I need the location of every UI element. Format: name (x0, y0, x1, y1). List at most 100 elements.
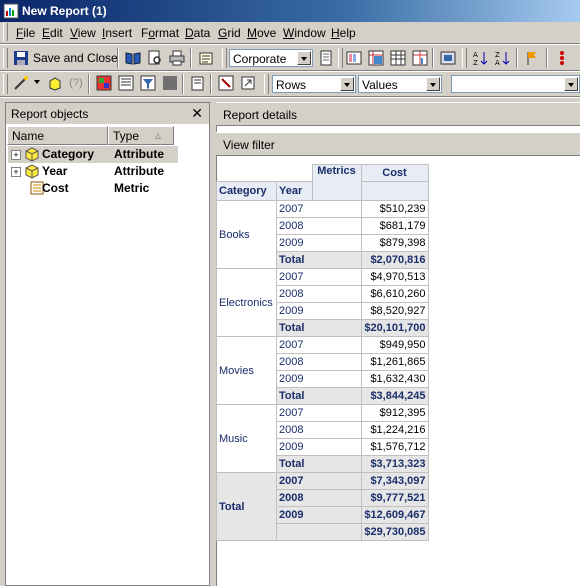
year-cell: 2007 (276, 268, 362, 286)
grid-row: Movies 2007 $949,950 (216, 336, 429, 405)
edit-object-button[interactable] (12, 73, 32, 93)
stop-button[interactable] (160, 73, 180, 93)
menu-format[interactable]: Format (141, 26, 179, 40)
print-button[interactable] (167, 48, 187, 68)
report-details-bar[interactable]: Report details (216, 102, 580, 126)
attribute-icon (25, 147, 39, 162)
open-document-button[interactable] (188, 73, 208, 93)
chevron-down-icon[interactable] (34, 80, 40, 84)
menu-edit[interactable]: Edit (42, 26, 63, 40)
grid-view-button[interactable] (388, 48, 408, 68)
svg-text:A: A (473, 51, 478, 59)
view-filter-bar[interactable]: View filter (216, 132, 580, 156)
book-icon (125, 52, 141, 65)
title-bar: New Report (1) (0, 0, 580, 22)
grid-format-button-2[interactable] (366, 48, 386, 68)
values-combo-value: Values (362, 78, 398, 92)
view-objects-button[interactable] (94, 73, 114, 93)
grid-format-button-1[interactable] (344, 48, 364, 68)
subtotal-value: $3,713,323 (360, 455, 429, 473)
window-title: New Report (1) (22, 4, 107, 18)
year-cell: 2008 (276, 217, 362, 235)
grid-row: Books 2007 $510,239 (216, 200, 429, 269)
rows-combo-value: Rows (276, 78, 307, 92)
grand-total-label: Total (216, 472, 277, 541)
sort-ascending-button[interactable]: AZ (470, 48, 490, 68)
drill-icon (560, 51, 564, 65)
subtotal-value: $3,844,245 (360, 387, 429, 405)
cost-cell: $510,239 (360, 200, 429, 218)
chevron-down-icon[interactable] (340, 77, 354, 91)
menu-file[interactable]: File (16, 26, 35, 40)
values-combo[interactable]: Values (358, 75, 442, 93)
category-cell: Electronics (216, 268, 277, 337)
save-and-close-button[interactable]: Save and Close (13, 48, 118, 68)
view-details-button[interactable] (116, 73, 136, 93)
report-objects-title: Report objects (11, 107, 89, 121)
blank-combo[interactable] (451, 75, 580, 93)
menu-data[interactable]: Data (185, 26, 210, 40)
attribute-icon (25, 164, 39, 179)
export-button[interactable] (216, 73, 236, 93)
close-icon[interactable]: ✕ (191, 105, 203, 122)
notes-icon (199, 52, 213, 65)
cost-cell: $912,395 (360, 404, 429, 422)
cost-cell: $8,520,927 (360, 302, 429, 320)
toolbar-grip[interactable] (3, 48, 8, 68)
rows-combo[interactable]: Rows (272, 75, 356, 93)
object-row-year[interactable]: + Year Attribute (8, 163, 178, 180)
year-cell: 2009 (276, 370, 362, 388)
column-type-label: Type (113, 129, 140, 143)
sort-descending-icon: ZA (495, 51, 510, 66)
autostyle-combo[interactable]: Corporate (229, 49, 313, 67)
cost-cell: $1,224,216 (360, 421, 429, 439)
insert-attribute-button[interactable] (44, 73, 64, 93)
column-header-type[interactable]: Type ▵ (108, 126, 174, 145)
chevron-down-icon[interactable] (297, 51, 311, 65)
page-setup-button[interactable] (316, 48, 336, 68)
print-preview-button[interactable] (145, 48, 165, 68)
category-cell: Movies (216, 336, 277, 405)
object-row-category[interactable]: + Category Attribute (8, 146, 178, 163)
year-cell: 2009 (276, 438, 362, 456)
view-filter-button[interactable] (138, 73, 158, 93)
sort-arrow-icon: ▵ (155, 128, 162, 142)
category-cell: Music (216, 404, 277, 473)
grand-total-value: $12,609,467 (360, 506, 429, 524)
report-objects-header: Report objects ✕ (5, 102, 210, 124)
cost-cell: $6,610,260 (360, 285, 429, 303)
open-book-button[interactable] (123, 48, 143, 68)
cost-cell: $1,632,430 (360, 370, 429, 388)
expand-icon[interactable]: + (11, 150, 21, 160)
chevron-down-icon[interactable] (426, 77, 440, 91)
thresholds-button[interactable] (522, 48, 542, 68)
year-cell: 2007 (276, 200, 362, 218)
grid-view-icon (390, 50, 406, 66)
menu-view[interactable]: View (70, 26, 96, 40)
column-header-name[interactable]: Name (7, 126, 108, 145)
chevron-down-icon[interactable] (564, 77, 578, 91)
grand-total-year: 2009 (276, 506, 362, 524)
menu-move[interactable]: Move (247, 26, 276, 40)
expand-icon[interactable]: + (11, 167, 21, 177)
grand-total-blank (276, 523, 362, 541)
object-row-cost[interactable]: Cost Metric (8, 180, 178, 197)
row-header-category: Category (216, 181, 277, 201)
subtotal-label: Total (276, 251, 362, 269)
report-options-button[interactable] (196, 48, 216, 68)
menu-grid[interactable]: Grid (218, 26, 241, 40)
cost-cell: $4,970,513 (360, 268, 429, 286)
menu-help[interactable]: Help (331, 26, 356, 40)
shortcut-button[interactable] (238, 73, 258, 93)
menu-insert[interactable]: Insert (102, 26, 132, 40)
drill-button[interactable] (552, 48, 572, 68)
graph-view-button[interactable] (438, 48, 458, 68)
svg-text:A: A (495, 59, 500, 66)
object-browser-icon (96, 75, 112, 91)
grid-graph-button[interactable] (410, 48, 430, 68)
menu-window[interactable]: Window (283, 26, 326, 40)
insert-formula-button[interactable]: (?) (66, 73, 86, 93)
sort-descending-button[interactable]: ZA (492, 48, 512, 68)
grand-total-year: 2008 (276, 489, 362, 507)
details-icon (118, 75, 134, 91)
